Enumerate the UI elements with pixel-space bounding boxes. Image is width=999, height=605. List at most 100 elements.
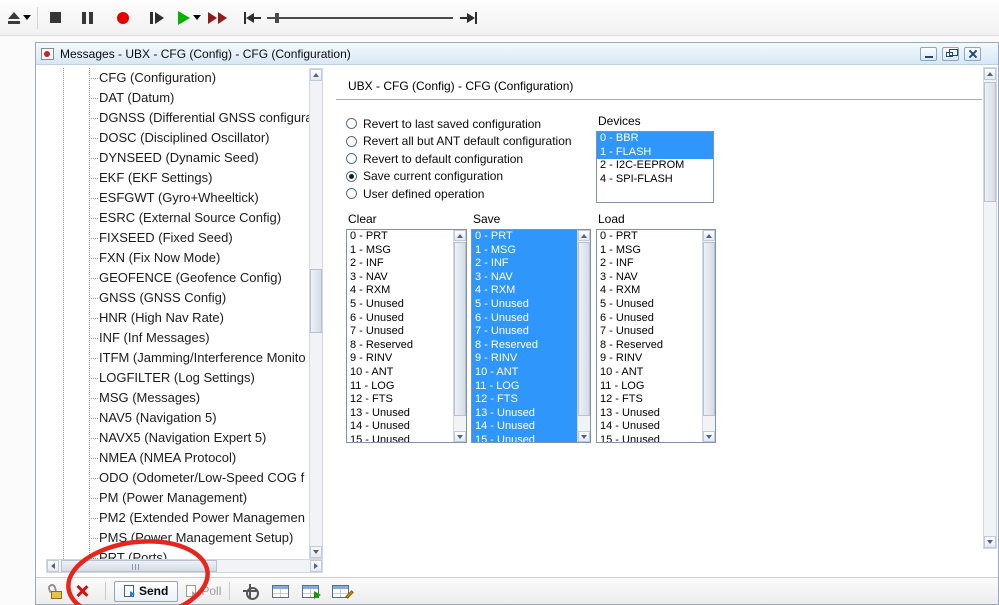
window-vertical-scrollbar[interactable] <box>983 67 997 549</box>
tree-item[interactable]: NAVX5 (Navigation Expert 5) <box>46 428 309 448</box>
tree-vertical-scrollbar[interactable] <box>309 68 323 559</box>
scroll-down-arrow-icon[interactable] <box>578 431 590 442</box>
clear-list-item[interactable]: 2 - INF <box>347 257 453 271</box>
scroll-down-arrow-icon[interactable] <box>310 546 322 558</box>
device-item[interactable]: 1 - FLASH <box>597 146 713 160</box>
window-titlebar[interactable]: Messages - UBX - CFG (Config) - CFG (Con… <box>36 43 998 65</box>
clear-list-item[interactable]: 4 - RXM <box>347 284 453 298</box>
scrollbar-thumb[interactable] <box>61 560 217 572</box>
load-list-scrollbar[interactable] <box>702 230 715 442</box>
load-list-item[interactable]: 14 - Unused <box>597 420 702 434</box>
clear-list-item[interactable]: 8 - Reserved <box>347 339 453 353</box>
scroll-left-arrow-icon[interactable] <box>47 560 59 572</box>
settings-button[interactable] <box>238 580 262 602</box>
scrollbar-thumb[interactable] <box>703 242 715 416</box>
tree-item[interactable]: MSG (Messages) <box>46 388 309 408</box>
table-edit-button[interactable] <box>328 580 352 602</box>
tree-item[interactable]: INF (Inf Messages) <box>46 328 309 348</box>
play-button[interactable] <box>178 5 201 31</box>
pause-button[interactable] <box>76 5 98 31</box>
step-button[interactable] <box>146 5 168 31</box>
clear-list-item[interactable]: 1 - MSG <box>347 244 453 258</box>
load-list-item[interactable]: 3 - NAV <box>597 271 702 285</box>
load-list-item[interactable]: 8 - Reserved <box>597 339 702 353</box>
clear-list-item[interactable]: 3 - NAV <box>347 271 453 285</box>
tree-item[interactable]: LOGFILTER (Log Settings) <box>46 368 309 388</box>
save-list-item[interactable]: 8 - Reserved <box>472 339 577 353</box>
tree-item[interactable]: HNR (High Nav Rate) <box>46 308 309 328</box>
save-list-item[interactable]: 11 - LOG <box>472 380 577 394</box>
save-list-item[interactable]: 4 - RXM <box>472 284 577 298</box>
clear-list-item[interactable]: 13 - Unused <box>347 407 453 421</box>
scroll-up-arrow-icon[interactable] <box>984 68 996 80</box>
save-list-item[interactable]: 2 - INF <box>472 257 577 271</box>
save-list-item[interactable]: 13 - Unused <box>472 407 577 421</box>
poll-button[interactable]: Poll <box>186 584 221 598</box>
save-list-item[interactable]: 12 - FTS <box>472 393 577 407</box>
save-list-item[interactable]: 10 - ANT <box>472 366 577 380</box>
load-list-item[interactable]: 2 - INF <box>597 257 702 271</box>
load-list-item[interactable]: 7 - Unused <box>597 325 702 339</box>
clear-list-item[interactable]: 15 - Unused <box>347 434 453 442</box>
load-list-item[interactable]: 1 - MSG <box>597 244 702 258</box>
radio-option[interactable]: User defined operation <box>346 185 572 203</box>
send-button[interactable]: Send <box>114 581 178 602</box>
tree-item[interactable]: DYNSEED (Dynamic Seed) <box>46 148 309 168</box>
clear-list-item[interactable]: 5 - Unused <box>347 298 453 312</box>
tree-item[interactable]: ITFM (Jamming/Interference Monito <box>46 348 309 368</box>
close-button[interactable] <box>964 47 981 61</box>
skip-to-start-button[interactable] <box>241 5 263 31</box>
device-item[interactable]: 2 - I2C-EEPROM <box>597 159 713 173</box>
stop-button[interactable] <box>44 5 66 31</box>
lock-open-button[interactable] <box>50 584 63 599</box>
scroll-up-arrow-icon[interactable] <box>703 230 715 241</box>
scroll-down-arrow-icon[interactable] <box>454 431 466 442</box>
clear-list-scrollbar[interactable] <box>453 230 466 442</box>
load-list-item[interactable]: 15 - Unused <box>597 434 702 442</box>
minimize-button[interactable] <box>920 47 937 61</box>
table-view-button[interactable] <box>268 580 292 602</box>
load-list-item[interactable]: 13 - Unused <box>597 407 702 421</box>
save-list-item[interactable]: 9 - RINV <box>472 352 577 366</box>
clear-list-item[interactable]: 11 - LOG <box>347 380 453 394</box>
scroll-up-arrow-icon[interactable] <box>310 69 322 81</box>
tree-item[interactable]: DOSC (Disciplined Oscillator) <box>46 128 309 148</box>
load-list-item[interactable]: 6 - Unused <box>597 312 702 326</box>
clear-list-item[interactable]: 7 - Unused <box>347 325 453 339</box>
radio-option[interactable]: Save current configuration <box>346 168 572 186</box>
tree-item[interactable]: FXN (Fix Now Mode) <box>46 248 309 268</box>
tree-item[interactable]: PRT (Ports) <box>46 548 309 559</box>
scroll-right-arrow-icon[interactable] <box>310 560 322 572</box>
scroll-up-arrow-icon[interactable] <box>578 230 590 241</box>
device-item[interactable]: 4 - SPI-FLASH <box>597 173 713 187</box>
scroll-down-arrow-icon[interactable] <box>984 536 996 548</box>
tree-item[interactable]: PM2 (Extended Power Managemen <box>46 508 309 528</box>
radio-option[interactable]: Revert to default configuration <box>346 150 572 168</box>
eject-button[interactable] <box>8 5 31 31</box>
tree-item[interactable]: PMS (Power Management Setup) <box>46 528 309 548</box>
scrollbar-thumb[interactable] <box>310 269 322 333</box>
save-list-item[interactable]: 6 - Unused <box>472 312 577 326</box>
load-list-item[interactable]: 11 - LOG <box>597 380 702 394</box>
radio-option[interactable]: Revert all but ANT default configuration <box>346 133 572 151</box>
save-list-item[interactable]: 7 - Unused <box>472 325 577 339</box>
tree-item[interactable]: ESRC (External Source Config) <box>46 208 309 228</box>
save-list-item[interactable]: 15 - Unused <box>472 434 577 442</box>
load-list-item[interactable]: 9 - RINV <box>597 352 702 366</box>
save-list-item[interactable]: 1 - MSG <box>472 244 577 258</box>
clear-list-item[interactable]: 9 - RINV <box>347 352 453 366</box>
tree-item[interactable]: GEOFENCE (Geofence Config) <box>46 268 309 288</box>
progress-slider[interactable] <box>267 5 453 31</box>
load-list-item[interactable]: 0 - PRT <box>597 230 702 244</box>
restore-button[interactable] <box>942 47 959 61</box>
scrollbar-thumb[interactable] <box>454 242 466 416</box>
load-list-item[interactable]: 12 - FTS <box>597 393 702 407</box>
radio-option[interactable]: Revert to last saved configuration <box>346 115 572 133</box>
load-list-item[interactable]: 4 - RXM <box>597 284 702 298</box>
clear-list-item[interactable]: 6 - Unused <box>347 312 453 326</box>
clear-list-item[interactable]: 0 - PRT <box>347 230 453 244</box>
table-poll-button[interactable] <box>298 580 322 602</box>
tree-item[interactable]: DAT (Datum) <box>46 88 309 108</box>
load-list-item[interactable]: 5 - Unused <box>597 298 702 312</box>
tree-horizontal-scrollbar[interactable] <box>46 559 323 573</box>
